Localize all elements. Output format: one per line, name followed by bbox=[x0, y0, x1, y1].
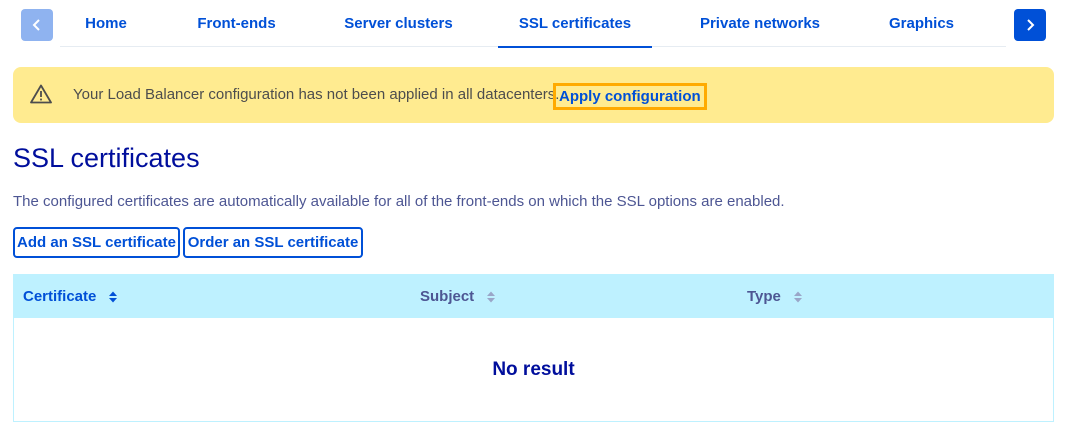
empty-state-message: No result bbox=[492, 358, 575, 380]
tab-graphics[interactable]: Graphics bbox=[889, 0, 954, 47]
sort-icon bbox=[109, 291, 118, 302]
order-ssl-certificate-button[interactable]: Order an SSL certificate bbox=[183, 227, 363, 258]
tab-home[interactable]: Home bbox=[84, 0, 128, 47]
section-description: The configured certificates are automati… bbox=[13, 193, 785, 210]
column-header-type[interactable]: Type bbox=[747, 275, 803, 318]
column-header-certificate[interactable]: Certificate bbox=[23, 275, 118, 318]
column-header-label: Subject bbox=[420, 288, 475, 305]
column-header-label: Certificate bbox=[23, 288, 97, 305]
sort-icon bbox=[793, 291, 802, 302]
tab-private-networks[interactable]: Private networks bbox=[700, 0, 820, 47]
table-header: Certificate Subject Type bbox=[14, 275, 1053, 318]
sort-icon bbox=[487, 291, 496, 302]
chevron-left-icon bbox=[32, 19, 40, 31]
tab-front-ends[interactable]: Front-ends bbox=[197, 0, 275, 47]
tabs-next-button[interactable] bbox=[1014, 9, 1046, 41]
tab-ssl-certificates[interactable]: SSL certificates bbox=[498, 0, 652, 48]
warning-message: Your Load Balancer configuration has not… bbox=[73, 86, 560, 103]
chevron-right-icon bbox=[1027, 19, 1035, 31]
apply-configuration-link[interactable]: Apply configuration bbox=[553, 83, 707, 110]
tab-list: Home Front-ends Server clusters SSL cert… bbox=[60, 0, 1006, 48]
add-ssl-certificate-button[interactable]: Add an SSL certificate bbox=[13, 227, 180, 258]
tabs-prev-button[interactable] bbox=[21, 9, 53, 41]
warning-triangle-icon bbox=[30, 84, 52, 104]
column-header-subject[interactable]: Subject bbox=[420, 275, 496, 318]
column-header-label: Type bbox=[747, 288, 781, 305]
tab-bar: Home Front-ends Server clusters SSL cert… bbox=[0, 0, 1066, 50]
tab-server-clusters[interactable]: Server clusters bbox=[344, 0, 452, 47]
page-title: SSL certificates bbox=[13, 143, 200, 173]
certificates-table: Certificate Subject Type No result bbox=[13, 274, 1054, 422]
warning-banner: Your Load Balancer configuration has not… bbox=[13, 67, 1054, 123]
